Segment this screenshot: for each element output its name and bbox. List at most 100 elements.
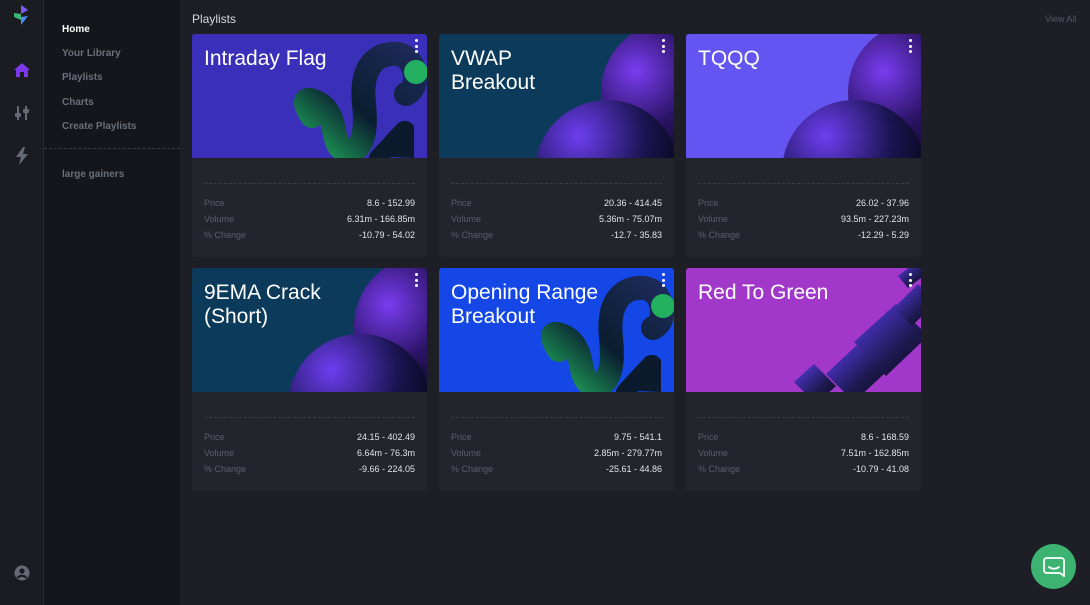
stat-label: % Change [698,230,741,240]
stat-value: 7.51m - 162.85m [840,448,909,458]
playlist-card[interactable]: Intraday Flag Price 8.6 - 152.99 Volume … [192,34,427,257]
card-banner: Opening Range Breakout [439,268,674,392]
stat-row-volume: Volume 2.85m - 279.77m [451,448,662,460]
stat-label: % Change [698,464,741,474]
stat-label: Price [698,198,719,208]
card-divider [204,183,415,184]
stat-row-change: % Change -25.61 - 44.86 [451,464,662,476]
stat-value: 6.64m - 76.3m [356,448,415,458]
nav-item-charts[interactable]: Charts [62,97,94,108]
card-divider [698,183,909,184]
stat-label: % Change [451,464,494,474]
card-divider [451,417,662,418]
stat-value: 93.5m - 227.23m [840,214,909,224]
playlist-card[interactable]: TQQQ Price 26.02 - 37.96 Volume 93.5m - … [686,34,921,257]
stat-label: Volume [204,448,235,458]
stat-row-change: % Change -12.29 - 5.29 [698,230,909,242]
settings-sliders-icon[interactable] [12,103,32,123]
nav-item-your-library[interactable]: Your Library [62,48,121,59]
stat-row-volume: Volume 6.31m - 166.85m [204,214,415,226]
stat-row-volume: Volume 5.36m - 75.07m [451,214,662,226]
card-banner: 9EMA Crack (Short) [192,268,427,392]
more-options-icon[interactable] [905,38,915,54]
stat-row-change: % Change -9.66 - 224.05 [204,464,415,476]
stat-label: Volume [451,214,482,224]
stat-row-volume: Volume 93.5m - 227.23m [698,214,909,226]
stat-value: 8.6 - 168.59 [860,432,909,442]
card-divider [451,183,662,184]
stat-value: -10.79 - 41.08 [852,464,909,474]
stat-label: Volume [698,214,729,224]
stat-value: -12.29 - 5.29 [857,230,909,240]
stat-value: -10.79 - 54.02 [358,230,415,240]
stat-label: Volume [451,448,482,458]
card-banner: TQQQ [686,34,921,158]
stat-value: -25.61 - 44.86 [605,464,662,474]
stat-value: -12.7 - 35.83 [610,230,662,240]
playlist-card[interactable]: VWAP Breakout Price 20.36 - 414.45 Volum… [439,34,674,257]
view-all-link[interactable]: View All [1045,14,1076,24]
stat-label: Price [204,432,225,442]
playlist-card[interactable]: Opening Range Breakout Price 9.75 - 541.… [439,268,674,491]
stat-value: -9.66 - 224.05 [358,464,415,474]
playlist-card[interactable]: Red To Green Price 8.6 - 168.59 Volume 7… [686,268,921,491]
more-options-icon[interactable] [411,272,421,288]
stat-row-price: Price 24.15 - 402.49 [204,432,415,444]
stat-value: 9.75 - 541.1 [613,432,662,442]
stat-value: 2.85m - 279.77m [593,448,662,458]
stat-label: Price [204,198,225,208]
stat-row-volume: Volume 6.64m - 76.3m [204,448,415,460]
sidebar-nav: Home Your Library Playlists Charts Creat… [44,0,180,605]
stat-label: % Change [204,230,247,240]
more-options-icon[interactable] [658,38,668,54]
home-icon[interactable] [12,60,32,80]
card-title: VWAP Breakout [451,47,536,94]
more-options-icon[interactable] [411,38,421,54]
stat-row-change: % Change -12.7 - 35.83 [451,230,662,242]
playlist-card[interactable]: 9EMA Crack (Short) Price 24.15 - 402.49 … [192,268,427,491]
chat-button[interactable] [1031,544,1076,589]
stat-row-change: % Change -10.79 - 54.02 [204,230,415,242]
nav-item-create-playlists[interactable]: Create Playlists [62,121,137,132]
chat-icon [1042,556,1065,577]
stat-row-price: Price 8.6 - 168.59 [698,432,909,444]
logo-icon[interactable] [13,5,29,25]
stat-value: 24.15 - 402.49 [356,432,415,442]
stat-label: Volume [204,214,235,224]
stat-row-price: Price 8.6 - 152.99 [204,198,415,210]
stat-row-volume: Volume 7.51m - 162.85m [698,448,909,460]
card-title: 9EMA Crack (Short) [204,281,321,328]
card-title: TQQQ [698,47,760,70]
stat-label: % Change [204,464,247,474]
nav-item-playlists[interactable]: Playlists [62,72,103,83]
card-banner: Intraday Flag [192,34,427,158]
nav-divider [44,148,180,149]
lightning-icon[interactable] [12,146,32,166]
card-divider [698,417,909,418]
card-banner: VWAP Breakout [439,34,674,158]
card-title: Red To Green [698,281,829,304]
stat-row-price: Price 26.02 - 37.96 [698,198,909,210]
card-banner: Red To Green [686,268,921,392]
card-title: Intraday Flag [204,47,327,70]
stat-value: 8.6 - 152.99 [366,198,415,208]
more-options-icon[interactable] [658,272,668,288]
nav-item-home[interactable]: Home [62,24,90,35]
stat-row-change: % Change -10.79 - 41.08 [698,464,909,476]
icon-rail [0,0,44,605]
user-icon[interactable] [12,563,32,583]
card-divider [204,417,415,418]
section-title: Playlists [192,12,237,26]
stat-row-price: Price 20.36 - 414.45 [451,198,662,210]
stat-row-price: Price 9.75 - 541.1 [451,432,662,444]
stat-value: 20.36 - 414.45 [603,198,662,208]
stat-value: 6.31m - 166.85m [346,214,415,224]
stat-label: Volume [698,448,729,458]
more-options-icon[interactable] [905,272,915,288]
stat-label: Price [451,432,472,442]
nav-item-large-gainers[interactable]: large gainers [62,169,124,180]
card-title: Opening Range Breakout [451,281,599,328]
stat-value: 26.02 - 37.96 [855,198,909,208]
stat-value: 5.36m - 75.07m [598,214,662,224]
stat-label: % Change [451,230,494,240]
